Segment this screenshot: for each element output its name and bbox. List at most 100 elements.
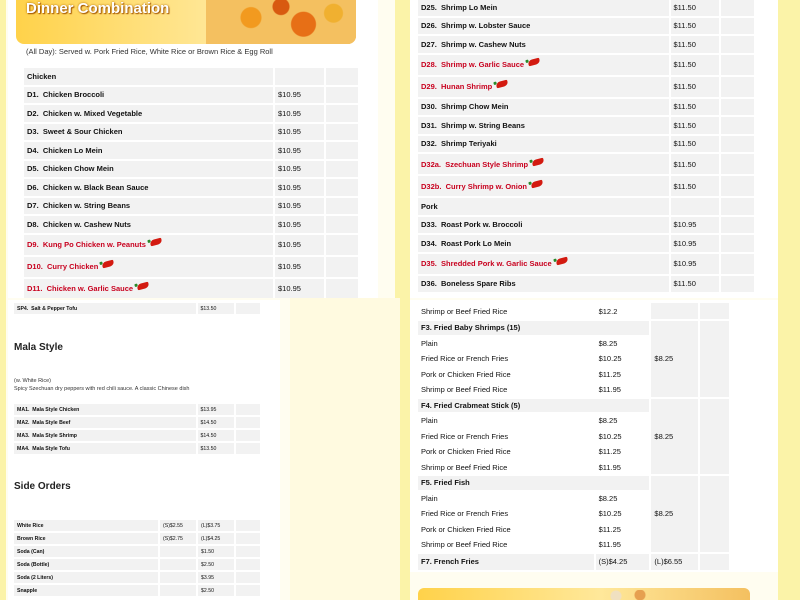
item-price: $11.50 [670, 117, 720, 134]
chili-pepper-icon [527, 57, 541, 67]
menu-row: D27. Shrimp w. Cashew Nuts $11.50 [418, 36, 754, 53]
menu-row: D8. Chicken w. Cashew Nuts $10.95 [24, 216, 358, 233]
group-title: F4. Fried Crabmeat Stick (5) [418, 398, 650, 412]
item-name: MA4. Mala Style Tofu [14, 443, 196, 454]
menu-row: F5. Fried Fish $8.25 [418, 476, 729, 552]
menu-row: D11. Chicken w. Garlic Sauce $10.95 [24, 278, 358, 298]
large-price: $3.95 [198, 572, 234, 583]
tofu-table: SP4. Salt & Pepper Tofu $13.50 [12, 301, 262, 316]
option-price: $10.25 [595, 352, 650, 366]
item-name: D8. Chicken w. Cashew Nuts [24, 216, 274, 233]
item-price: $10.95 [275, 142, 324, 159]
background-stripe [0, 0, 6, 600]
background-stripe [778, 0, 800, 600]
small-price [160, 559, 196, 570]
item-price: $11.50 [670, 275, 720, 292]
item-price: $11.50 [670, 135, 720, 152]
menu-row: White Rice (S)$2.55 (L)$3.75 [14, 520, 260, 531]
chili-pepper-icon [149, 237, 163, 247]
item-name: Soda (Can) [14, 546, 158, 557]
item-name: D9. Kung Po Chicken w. Peanuts [24, 234, 274, 255]
menu-row: Pork [418, 198, 754, 215]
item-price: $10.95 [275, 123, 324, 140]
item-price: $10.95 [275, 160, 324, 177]
menu-row: D25. Shrimp Lo Mein $11.50 [418, 0, 754, 16]
item-price: $10.95 [275, 105, 324, 122]
item-name: D36. Boneless Spare Ribs [418, 275, 669, 292]
item-price: $10.95 [275, 179, 324, 196]
option-name: Pork or Chicken Fried Rice [418, 522, 594, 536]
base-price: $8.25 [651, 321, 698, 397]
menu-row: Soda (2 Liters) $3.95 [14, 572, 260, 583]
option-price: $11.95 [595, 383, 650, 397]
item-name: MA2. Mala Style Beef [14, 417, 196, 428]
option-price: $11.25 [595, 522, 650, 536]
shrimp-pork-table: D25. Shrimp Lo Mein $11.50 D26. Shrimp w. … [416, 0, 756, 294]
chicken-menu-table: Chicken D1. Chicken Broccoli $10.95 D2. Ch… [22, 66, 360, 298]
chili-pepper-icon [531, 157, 545, 166]
option-name: Plain [418, 336, 594, 350]
menu-row: D30. Shrimp Chow Mein $11.50 [418, 98, 754, 115]
banner-title: Dinner Combination [26, 0, 170, 17]
side-orders-title: Side Orders [14, 481, 71, 492]
option-price: $8.25 [595, 414, 650, 428]
menu-row: SP4. Salt & Pepper Tofu $13.50 [14, 303, 260, 314]
mala-table: MA1. Mala Style Chicken $13.95 MA2. Mala S… [12, 402, 262, 456]
section-header: Chicken [24, 68, 274, 85]
mala-description: Spicy Szechuan dry peppers with red chil… [14, 386, 190, 392]
item-name: F7. French Fries [418, 553, 594, 570]
menu-row: D36. Boneless Spare Ribs $11.50 [418, 275, 754, 292]
item-name: Shrimp or Beef Fried Rice [418, 303, 594, 319]
option-price: $10.25 [595, 507, 650, 521]
option-price: $8.25 [595, 336, 650, 350]
menu-row: D28. Shrimp w. Garlic Sauce $11.50 [418, 54, 754, 75]
chili-pepper-icon [101, 259, 115, 269]
item-name: D34. Roast Pork Lo Mein [418, 235, 669, 252]
item-name: D32. Shrimp Teriyaki [418, 135, 669, 152]
item-name: D27. Shrimp w. Cashew Nuts [418, 36, 669, 53]
item-name: D28. Shrimp w. Garlic Sauce [418, 54, 669, 75]
item-price: $11.50 [670, 76, 720, 97]
item-price: $11.50 [670, 0, 720, 16]
dinner-banner: Dinner Combination [16, 0, 356, 44]
menu-row: D32. Shrimp Teriyaki $11.50 [418, 135, 754, 152]
mala-note: (w. White Rice) [14, 378, 51, 384]
item-price: $13.50 [197, 443, 234, 454]
item-name: D25. Shrimp Lo Mein [418, 0, 669, 16]
menu-row: D5. Chicken Chow Mein $10.95 [24, 160, 358, 177]
item-name: Soda (2 Liters) [14, 572, 158, 583]
item-price: $11.50 [670, 154, 720, 174]
option-price: $11.25 [595, 367, 650, 381]
item-name: D6. Chicken w. Black Bean Sauce [24, 179, 274, 196]
chili-pepper-icon [136, 281, 150, 291]
option-name: Pork or Chicken Fried Rice [418, 367, 594, 381]
item-name: D11. Chicken w. Garlic Sauce [24, 278, 274, 298]
dinner-combination-panel: Dinner Combination (All Day): Served w. … [8, 0, 378, 298]
large-price: (L)$6.55 [651, 553, 698, 570]
small-price [160, 572, 196, 583]
mala-sides-panel: SP4. Salt & Pepper Tofu $13.50 Mala Styl… [8, 300, 280, 600]
large-price: $2.50 [198, 585, 234, 596]
item-price: $12.2 [595, 303, 650, 319]
option-price: $11.25 [595, 445, 650, 459]
chili-pepper-icon [495, 79, 509, 89]
item-price: $11.50 [670, 98, 720, 115]
option-name: Shrimp or Beef Fried Rice [418, 460, 594, 474]
option-price: $8.25 [595, 491, 650, 505]
item-name: Snapple [14, 585, 158, 596]
small-price: (S)$2.55 [160, 520, 196, 531]
item-name: D32a. Szechuan Style Shrimp [418, 154, 669, 174]
background-area [290, 298, 400, 600]
item-name: MA1. Mala Style Chicken [14, 404, 196, 415]
fried-seafood-panel: Shrimp or Beef Fried Rice $12.2 F3. Fried … [410, 300, 778, 572]
group-title: F5. Fried Fish [418, 476, 650, 490]
item-price: $11.50 [670, 176, 720, 196]
section-header: Pork [418, 198, 669, 215]
item-name: D30. Shrimp Chow Mein [418, 98, 669, 115]
base-price: $8.25 [651, 398, 698, 474]
menu-row: D3. Sweet & Sour Chicken $10.95 [24, 123, 358, 140]
menu-row: D34. Roast Pork Lo Mein $10.95 [418, 235, 754, 252]
shrimp-pork-panel: D25. Shrimp Lo Mein $11.50 D26. Shrimp w. … [410, 0, 778, 298]
option-price: $11.95 [595, 460, 650, 474]
item-name: Brown Rice [14, 533, 158, 544]
